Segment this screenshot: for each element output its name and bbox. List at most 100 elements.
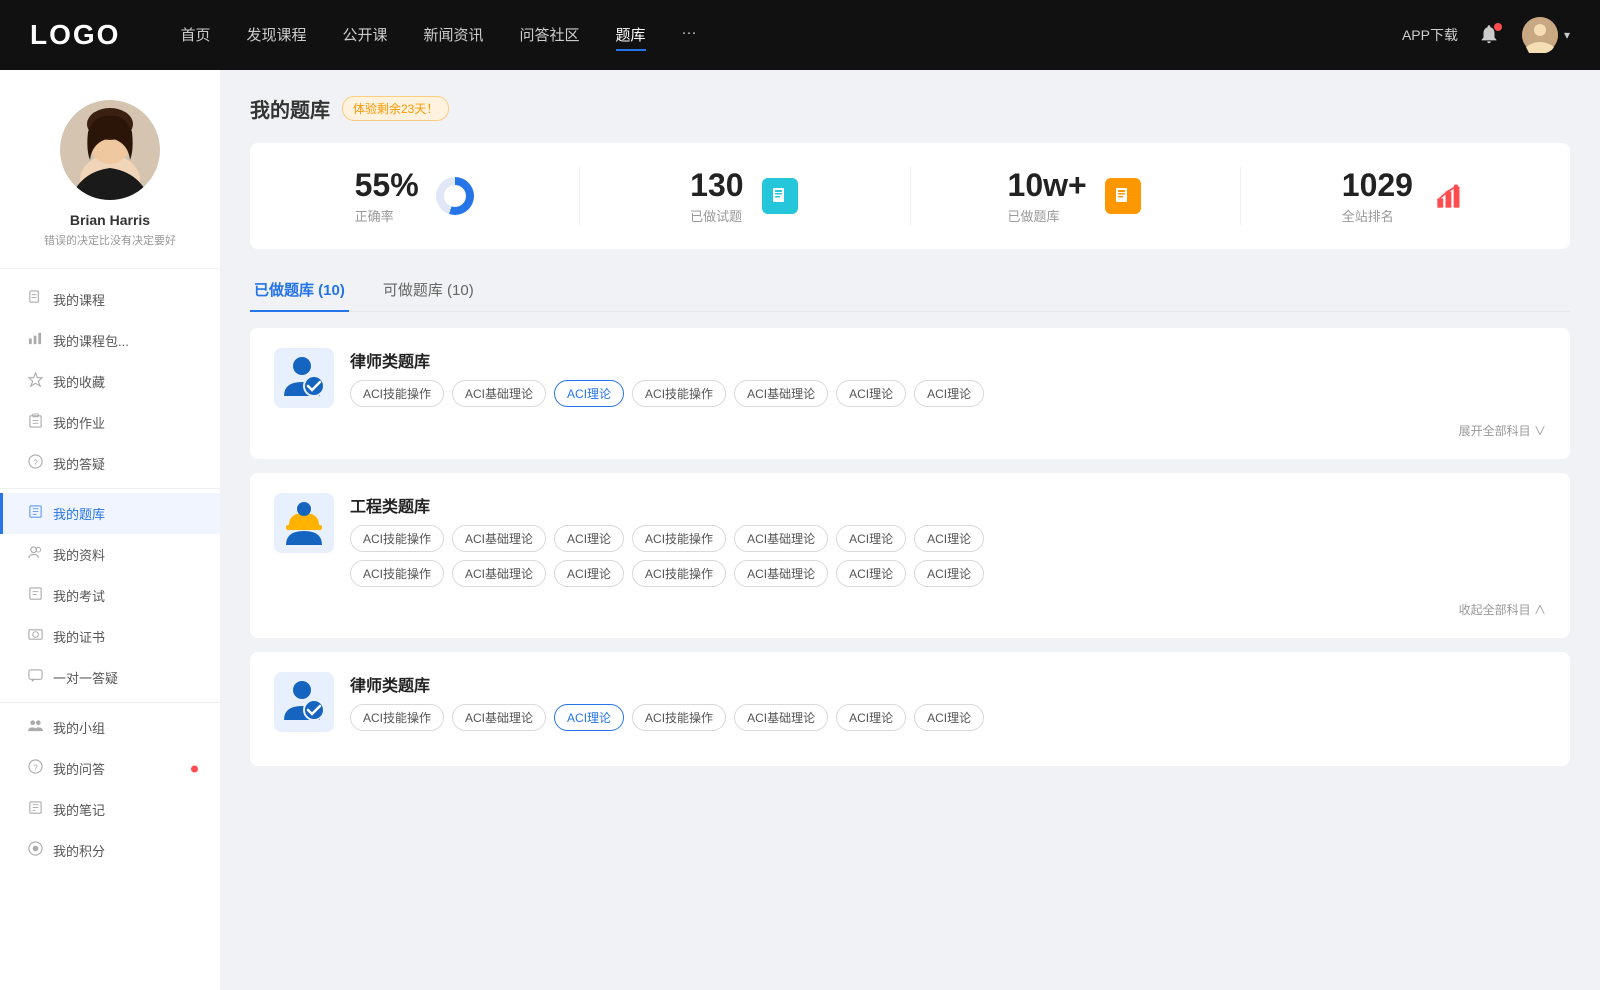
tag-l1-4[interactable]: ACI基础理论 [734,380,828,407]
nav-open-course[interactable]: 公开课 [342,20,387,51]
tab-available-banks[interactable]: 可做题库 (10) [379,269,478,312]
accuracy-value: 55% [355,167,419,204]
tag-e2-1[interactable]: ACI基础理论 [452,560,546,587]
app-download-button[interactable]: APP下载 [1402,25,1458,45]
nav-qa[interactable]: 问答社区 [520,20,580,51]
unread-dot [191,765,198,772]
notification-bell[interactable] [1478,23,1502,47]
nav-home[interactable]: 首页 [180,20,210,51]
qbank-icon-lawyer-1 [274,348,334,408]
tag-l2-3[interactable]: ACI技能操作 [632,704,726,731]
tag-e2-0[interactable]: ACI技能操作 [350,560,444,587]
sidebar-item-my-points[interactable]: 我的积分 [0,830,220,871]
profile-name: Brian Harris [70,212,150,228]
nav-more[interactable]: ··· [682,20,697,51]
sidebar-item-my-qbank[interactable]: 我的题库 [0,493,220,534]
lawyer-svg-1 [274,348,334,408]
question-circle-icon: ? [28,759,43,778]
tag-l1-0[interactable]: ACI技能操作 [350,380,444,407]
trial-badge: 体验剩余23天！ [342,96,449,121]
tag-l1-3[interactable]: ACI技能操作 [632,380,726,407]
tag-l2-4[interactable]: ACI基础理论 [734,704,828,731]
navbar-nav: 首页 发现课程 公开课 新闻资讯 问答社区 题库 ··· [180,20,1402,51]
tag-e1-1[interactable]: ACI基础理论 [452,525,546,552]
expand-link-lawyer-1[interactable]: 展开全部科目 ∨ [274,422,1546,439]
notification-dot [1494,23,1502,31]
tags-row-lawyer-2: ACI技能操作 ACI基础理论 ACI理论 ACI技能操作 ACI基础理论 AC… [350,704,984,731]
stat-done-questions-info: 130 已做试题 [690,167,743,225]
done-banks-icon-wrap [1103,176,1143,216]
main-wrap: Brian Harris 错误的决定比没有决定要好 我的课程 我的课程包... [0,70,1600,990]
tag-e2-5[interactable]: ACI理论 [836,560,906,587]
tag-l2-6[interactable]: ACI理论 [914,704,984,731]
tag-l1-5[interactable]: ACI理论 [836,380,906,407]
rank-value: 1029 [1342,167,1413,204]
tag-l1-1[interactable]: ACI基础理论 [452,380,546,407]
lawyer-svg-2 [274,672,334,732]
nav-discover[interactable]: 发现课程 [246,20,306,51]
qbank-header-lawyer-1: 律师类题库 ACI技能操作 ACI基础理论 ACI理论 ACI技能操作 ACI基… [274,348,1546,408]
sidebar-item-my-notes[interactable]: 我的笔记 [0,789,220,830]
logo[interactable]: LOGO [30,19,120,51]
collapse-link-engineer[interactable]: 收起全部科目 ∧ [274,601,1546,618]
stat-done-banks: 10w+ 已做题库 [911,167,1241,225]
tag-e1-0[interactable]: ACI技能操作 [350,525,444,552]
orange-book-icon [1105,178,1141,214]
tags-row-lawyer-1: ACI技能操作 ACI基础理论 ACI理论 ACI技能操作 ACI基础理论 AC… [350,380,984,407]
profile-avatar-image [60,100,160,200]
tag-l1-6[interactable]: ACI理论 [914,380,984,407]
tag-l1-2[interactable]: ACI理论 [554,380,624,407]
tag-e1-2[interactable]: ACI理论 [554,525,624,552]
accuracy-icon-wrap [435,176,475,216]
tag-e2-6[interactable]: ACI理论 [914,560,984,587]
sidebar-item-favorites[interactable]: 我的收藏 [0,361,220,402]
certificate-icon [28,627,43,646]
stat-accuracy-info: 55% 正确率 [355,167,419,225]
tag-e1-5[interactable]: ACI理论 [836,525,906,552]
qbank-card-lawyer-1: 律师类题库 ACI技能操作 ACI基础理论 ACI理论 ACI技能操作 ACI基… [250,328,1570,459]
user-avatar-wrap[interactable]: ▾ [1522,17,1570,53]
sidebar-item-my-exam[interactable]: 我的考试 [0,575,220,616]
navbar-right: APP下载 ▾ [1402,17,1570,53]
done-questions-icon-wrap [760,176,800,216]
tags-row1-engineer: ACI技能操作 ACI基础理论 ACI理论 ACI技能操作 ACI基础理论 AC… [350,525,1546,552]
chevron-down-icon: ▾ [1564,28,1570,42]
done-banks-value: 10w+ [1008,167,1087,204]
avatar-person-icon [1522,17,1558,53]
sidebar-item-my-qa[interactable]: ? 我的答疑 [0,443,220,484]
tab-bar: 已做题库 (10) 可做题库 (10) [250,269,1570,312]
rank-label: 全站排名 [1342,206,1413,225]
sidebar-item-my-questions[interactable]: ? 我的问答 [0,748,220,789]
tag-l2-0[interactable]: ACI技能操作 [350,704,444,731]
users-icon [28,545,43,564]
question-icon: ? [28,454,43,473]
tag-e2-4[interactable]: ACI基础理论 [734,560,828,587]
nav-qbank[interactable]: 题库 [616,20,646,51]
profile-avatar [60,100,160,200]
tag-l2-2[interactable]: ACI理论 [554,704,624,731]
accuracy-label: 正确率 [355,206,419,225]
sidebar-item-my-course[interactable]: 我的课程 [0,279,220,320]
navbar: LOGO 首页 发现课程 公开课 新闻资讯 问答社区 题库 ··· APP下载 … [0,0,1600,70]
sidebar-item-my-material[interactable]: 我的资料 [0,534,220,575]
qbank-title-wrap-lawyer-1: 律师类题库 ACI技能操作 ACI基础理论 ACI理论 ACI技能操作 ACI基… [350,348,984,407]
tag-e1-6[interactable]: ACI理论 [914,525,984,552]
done-questions-value: 130 [690,167,743,204]
tag-e2-2[interactable]: ACI理论 [554,560,624,587]
nav-news[interactable]: 新闻资讯 [424,20,484,51]
sidebar-item-my-group[interactable]: 我的小组 [0,707,220,748]
sidebar-item-certificate[interactable]: 我的证书 [0,616,220,657]
sidebar-item-homework[interactable]: 我的作业 [0,402,220,443]
tag-e1-3[interactable]: ACI技能操作 [632,525,726,552]
group-icon [28,718,43,737]
exam-icon [28,586,43,605]
tag-l2-1[interactable]: ACI基础理论 [452,704,546,731]
tag-l2-5[interactable]: ACI理论 [836,704,906,731]
tag-e1-4[interactable]: ACI基础理论 [734,525,828,552]
book-icon [28,504,43,523]
sidebar-item-course-package[interactable]: 我的课程包... [0,320,220,361]
sidebar-item-1on1-qa[interactable]: 一对一答疑 [0,657,220,698]
tab-done-banks[interactable]: 已做题库 (10) [250,269,349,312]
tag-e2-3[interactable]: ACI技能操作 [632,560,726,587]
star-icon [28,372,43,391]
